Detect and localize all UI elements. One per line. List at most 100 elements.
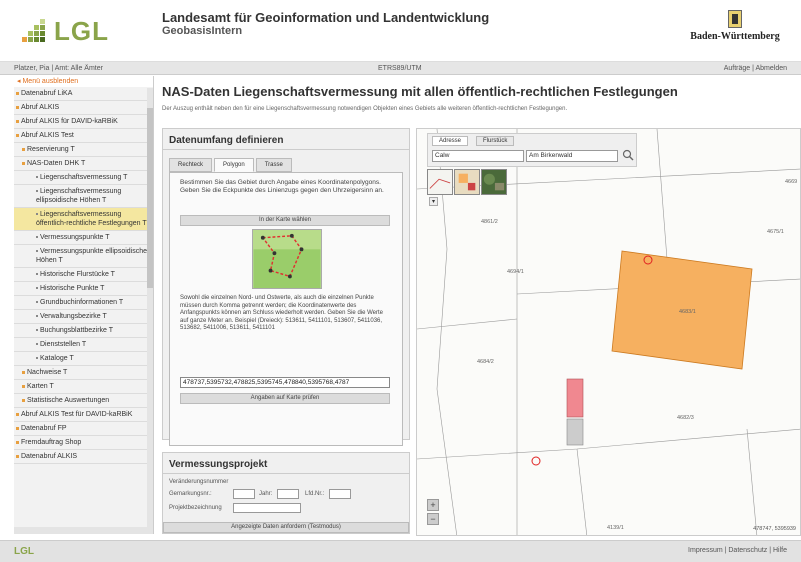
sidebar-item[interactable]: Datenabruf LiKA: [14, 87, 153, 101]
sidebar-item-label: Karten T: [27, 383, 54, 390]
sidebar-item-label: Abruf ALKIS für DAVID-kaRBiK: [21, 118, 118, 125]
tab-flurstueck[interactable]: Flurstück: [476, 136, 515, 146]
bullet-icon: [16, 440, 19, 444]
sidebar-item[interactable]: Grundbuchinformationen T: [14, 296, 153, 310]
scrollbar-thumb[interactable]: [147, 108, 153, 288]
sidebar-item[interactable]: Abruf ALKIS für DAVID-kaRBiK: [14, 115, 153, 129]
sidebar-item-label: Dienststellen T: [40, 341, 87, 348]
request-data-button[interactable]: Angezeigte Daten anfordern (Testmodus): [163, 522, 409, 533]
nav-list: Datenabruf LiKA Abruf ALKIS Abruf ALKIS fü…: [14, 87, 153, 464]
layer-parcel-thumb[interactable]: [454, 169, 480, 195]
bullet-icon: [36, 343, 38, 346]
select-in-map-button[interactable]: In der Karte wählen: [180, 215, 390, 226]
bullet-icon: [36, 315, 38, 318]
sidebar-item[interactable]: Vermessungspunkte T: [14, 231, 153, 245]
sidebar-item[interactable]: Datenabruf ALKIS: [14, 450, 153, 464]
gemarkung-input[interactable]: [233, 489, 255, 499]
layer-aerial-thumb[interactable]: [481, 169, 507, 195]
zoom-in-button[interactable]: +: [427, 499, 439, 511]
page-header-subtitle: GeobasisIntern: [162, 25, 243, 37]
sidebar-item[interactable]: Historische Flurstücke T: [14, 268, 153, 282]
footer-logo[interactable]: LGL: [14, 546, 34, 557]
change-number-label: Veränderungsnummer: [169, 479, 229, 485]
lgl-logo[interactable]: LGL: [22, 14, 142, 48]
sidebar-item[interactable]: Dienststellen T: [14, 338, 153, 352]
zoom-control: + −: [427, 499, 439, 527]
tab-adresse[interactable]: Adresse: [432, 136, 469, 146]
bullet-icon: [16, 412, 19, 416]
bullet-icon: [16, 105, 19, 109]
year-input[interactable]: [277, 489, 299, 499]
sidebar-item[interactable]: Abruf ALKIS: [14, 101, 153, 115]
sidebar-item-label: Vermessungspunkte T: [40, 234, 110, 241]
sidebar-item-label: Abruf ALKIS Test: [21, 132, 74, 139]
bullet-icon: [36, 250, 38, 253]
sidebar-item[interactable]: NAS-Daten DHK T: [14, 157, 153, 171]
sidebar-item-label: NAS-Daten DHK T: [27, 160, 86, 167]
city-input[interactable]: Calw: [432, 150, 524, 162]
sidebar-item[interactable]: Reservierung T: [14, 143, 153, 157]
projection-label: ETRS89/UTM: [378, 65, 422, 72]
layer-toggle[interactable]: ▾: [429, 197, 439, 206]
sidebar-item-label: Historische Flurstücke T: [40, 271, 115, 278]
map-view[interactable]: 4861/2 4675/1 4694/1 4684/2 4683/1 4682/…: [416, 128, 801, 536]
state-name: Baden-Württemberg: [690, 31, 780, 42]
sidebar-item-label: Reservierung T: [27, 146, 75, 153]
project-name-input[interactable]: [233, 503, 301, 513]
parcel-label: 4139/1: [607, 525, 624, 531]
sidebar-item[interactable]: Vermessungspunkte ellipsoidische Höhen T: [14, 245, 153, 268]
bullet-icon: [36, 213, 38, 216]
bullet-icon: [36, 301, 38, 304]
bullet-icon: [22, 384, 25, 388]
sidebar-item[interactable]: Verwaltungsbezirke T: [14, 310, 153, 324]
tab-polygon[interactable]: Polygon: [214, 158, 254, 172]
user-info: Platzer, Pia | Amt: Alle Ämter: [14, 65, 103, 72]
footer: LGL Impressum | Datenschutz | Hilfe: [0, 540, 801, 562]
sidebar-item[interactable]: Kataloge T: [14, 352, 153, 366]
bullet-icon: [16, 133, 19, 137]
sidebar-item[interactable]: Karten T: [14, 380, 153, 394]
polygon-instructions: Bestimmen Sie das Gebiet durch Angabe ei…: [180, 179, 384, 194]
sidebar-item[interactable]: Abruf ALKIS Test für DAVID-kaRBiK: [14, 408, 153, 422]
lfd-input[interactable]: [329, 489, 351, 499]
sidebar-item[interactable]: Historische Punkte T: [14, 282, 153, 296]
coat-of-arms-icon: [728, 10, 742, 28]
hide-menu-link[interactable]: ◂ Menü ausblenden: [14, 76, 153, 87]
sidebar-item[interactable]: Buchungsblattbezirke T: [14, 324, 153, 338]
sidebar-item-label: Buchungsblattbezirke T: [40, 327, 114, 334]
hide-menu-label: Menü ausblenden: [22, 78, 79, 85]
user-bar: Platzer, Pia | Amt: Alle Ämter ETRS89/UT…: [0, 62, 801, 75]
tab-trasse[interactable]: Trasse: [255, 158, 292, 172]
tabs: Rechteck Polygon Trasse: [169, 158, 403, 172]
sidebar-item[interactable]: Fremdauftrag Shop: [14, 436, 153, 450]
street-input[interactable]: Am Birkenwald: [526, 150, 618, 162]
user-links[interactable]: Aufträge | Abmelden: [724, 62, 787, 75]
page-description: Der Auszug enthält neben den für eine Li…: [162, 106, 568, 112]
header: LGL Landesamt für Geoinformation und Lan…: [0, 0, 801, 62]
tab-rechteck[interactable]: Rechteck: [169, 158, 213, 172]
coordinates-input[interactable]: 478737,5395732,478825,5395745,478840,539…: [180, 377, 390, 388]
sidebar-item[interactable]: Liegenschaftsvermessung T: [14, 171, 153, 185]
footer-links[interactable]: Impressum | Datenschutz | Hilfe: [688, 547, 787, 554]
search-icon[interactable]: [622, 149, 634, 161]
layer-map-thumb[interactable]: [427, 169, 453, 195]
parcel-label: 4861/2: [481, 219, 498, 225]
sidebar-item-label: Datenabruf FP: [21, 425, 67, 432]
sidebar-item[interactable]: Abruf ALKIS Test: [14, 129, 153, 143]
year-label: Jahr:: [259, 491, 273, 497]
check-on-map-button[interactable]: Angaben auf Karte prüfen: [180, 393, 390, 404]
sidebar-hscrollbar[interactable]: [14, 527, 153, 534]
survey-project-panel: Vermessungsprojekt Veränderungsnummer Ge…: [162, 452, 410, 534]
sidebar-item[interactable]: Nachweise T: [14, 366, 153, 380]
sidebar-item[interactable]: Liegenschaftsvermessung öffentlich-recht…: [14, 208, 153, 231]
sidebar-item[interactable]: Datenabruf FP: [14, 422, 153, 436]
sidebar-item[interactable]: Liegenschaftsvermessung ellipsoidische H…: [14, 185, 153, 208]
polygon-illustration: [252, 229, 322, 289]
sidebar-item[interactable]: Statistische Auswertungen: [14, 394, 153, 408]
sidebar-item-label: Historische Punkte T: [40, 285, 105, 292]
layer-switcher: [427, 169, 508, 195]
sidebar-scrollbar[interactable]: [147, 88, 153, 534]
zoom-out-button[interactable]: −: [427, 513, 439, 525]
bullet-icon: [36, 236, 38, 239]
bullet-icon: [22, 161, 25, 165]
